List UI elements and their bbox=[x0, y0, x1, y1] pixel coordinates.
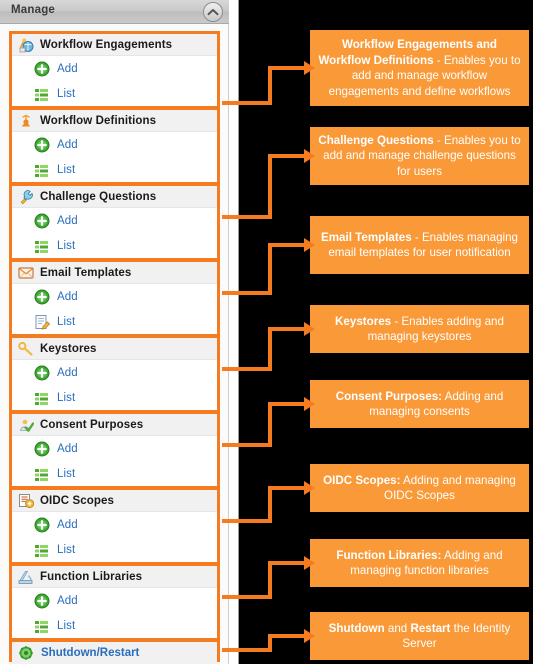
connector-segment bbox=[268, 634, 308, 638]
arrowhead-icon bbox=[304, 629, 315, 643]
connector-segment bbox=[222, 648, 272, 652]
connector-arrow-8 bbox=[0, 0, 533, 664]
